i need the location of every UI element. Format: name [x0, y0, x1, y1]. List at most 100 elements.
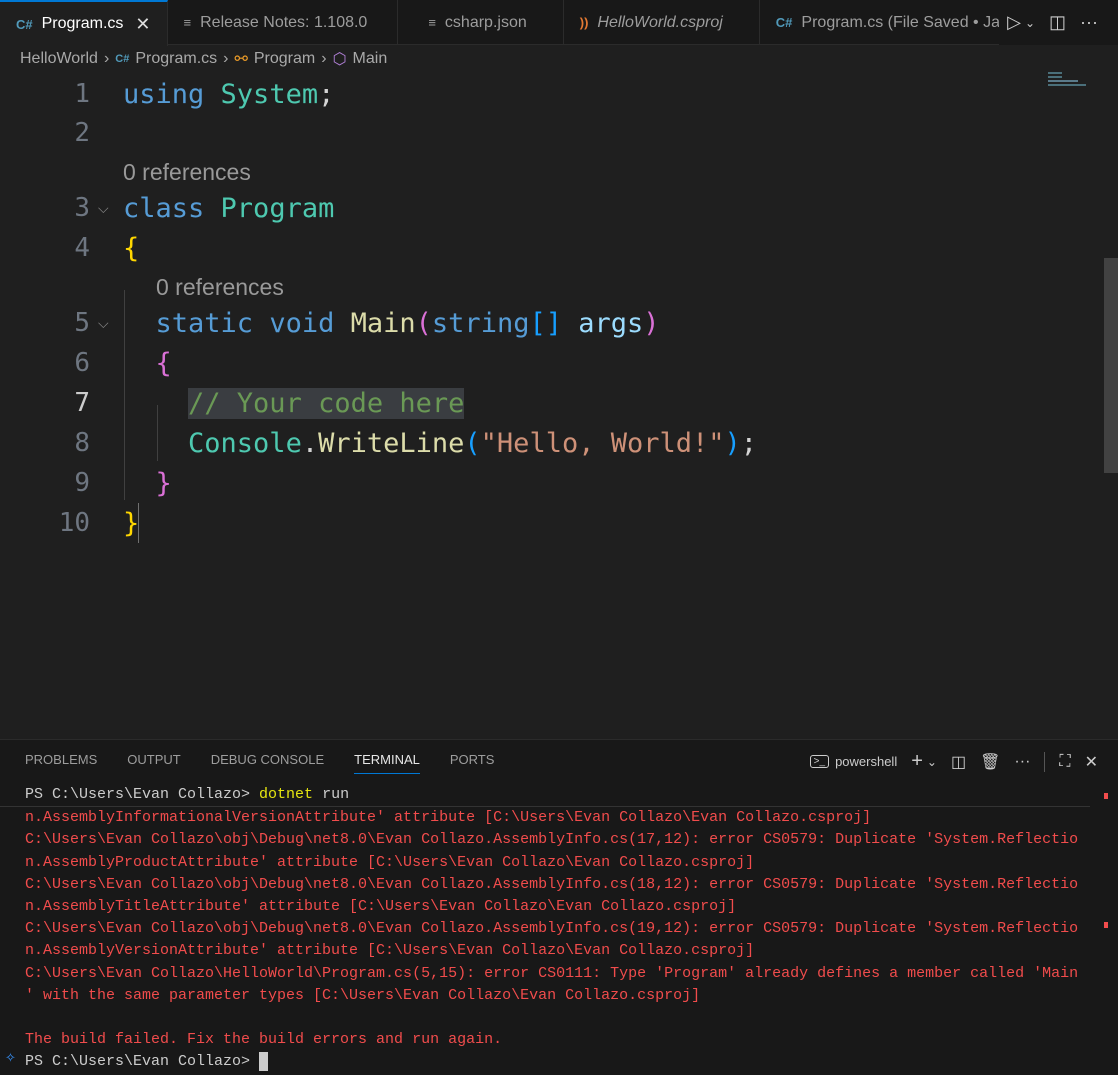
trash-icon[interactable]: 🗑 — [980, 752, 1000, 772]
tab-debug-console[interactable]: DEBUG CONSOLE — [211, 752, 324, 774]
tab-release-notes[interactable]: ≡ Release Notes: 1.108.0 — [168, 0, 399, 45]
line-number: 8 — [74, 428, 90, 458]
line-number: 9 — [74, 468, 90, 498]
error-line: n.AssemblyVersionAttribute' attribute [C… — [25, 942, 755, 960]
divider — [1044, 751, 1046, 772]
minimap[interactable] — [1048, 72, 1088, 92]
terminal-final-prompt: PS C:\Users\Evan Collazo> — [25, 1051, 1078, 1073]
bracket: [] — [529, 308, 562, 339]
code-line-7: 7 // Your code here — [0, 384, 1090, 423]
error-line: n.AssemblyTitleAttribute' attribute [C:\… — [25, 898, 737, 916]
code-line-5: 5 ⌵ static void Main(string[] args) — [0, 304, 1090, 343]
run-icon[interactable]: ▷ — [1007, 12, 1021, 33]
line-number: 7 — [74, 388, 90, 418]
split-terminal-icon[interactable]: ◫ — [951, 752, 966, 772]
brace: } — [123, 508, 140, 539]
breadcrumb-folder[interactable]: HelloWorld — [20, 50, 98, 68]
split-editor-icon[interactable]: ◫ — [1049, 12, 1066, 33]
tab-csharp-json[interactable]: ≡ csharp.json — [398, 0, 564, 45]
document-icon: ≡ — [183, 15, 192, 30]
keyword: string — [431, 308, 530, 339]
codelens-row: 0 references — [0, 153, 1090, 192]
add-terminal-icon[interactable]: + — [911, 750, 923, 773]
fold-chevron-icon[interactable]: ⌵ — [98, 189, 109, 228]
breadcrumb: HelloWorld › C# Program.cs › ⚯ Program › ⬡ Mai… — [20, 49, 387, 69]
paren: ( — [415, 308, 432, 339]
paren: ( — [464, 428, 481, 459]
chevron-right-icon: › — [103, 50, 110, 67]
codelens-references[interactable]: 0 references — [156, 268, 284, 307]
punct: ; — [740, 428, 758, 459]
line-number: 5 — [74, 308, 90, 338]
error-line: C:\Users\Evan Collazo\obj\Debug\net8.0\E… — [25, 831, 1079, 849]
error-line: C:\Users\Evan Collazo\HelloWorld\Program… — [25, 964, 1079, 982]
codelens-row: 0 references — [0, 268, 1090, 307]
fold-chevron-icon[interactable]: ⌵ — [98, 304, 109, 343]
terminal-output[interactable]: PS C:\Users\Evan Collazo> dotnet run n.As… — [0, 784, 1090, 1074]
line-number: 1 — [74, 79, 90, 109]
terminal-cursor — [259, 1051, 269, 1071]
paren: ) — [724, 428, 741, 459]
code-line-8: 8 Console.WriteLine("Hello, World!"); — [0, 424, 1090, 463]
editor-tab-bar: C# Program.cs ✕ ≡ Release Notes: 1.108.0 ≡ c… — [0, 0, 1118, 46]
chevron-right-icon: › — [321, 50, 327, 67]
brace: { — [123, 233, 140, 264]
chevron-down-icon[interactable]: ⌄ — [1025, 16, 1035, 30]
breadcrumb-class[interactable]: Program — [254, 50, 315, 68]
paren: ) — [643, 308, 660, 339]
tab-label: csharp.json — [444, 13, 527, 31]
code-line-10: 10} — [0, 504, 1090, 543]
codelens-references[interactable]: 0 references — [123, 153, 251, 192]
tab-problems[interactable]: PROBLEMS — [25, 752, 97, 774]
error-line: n.AssemblyProductAttribute' attribute [C… — [25, 853, 755, 871]
more-icon[interactable]: ··· — [1080, 12, 1098, 33]
line-number: 2 — [74, 118, 90, 148]
csharp-icon: C# — [16, 16, 33, 32]
line-number: 6 — [74, 348, 90, 378]
error-line: C:\Users\Evan Collazo\obj\Debug\net8.0\E… — [25, 875, 1079, 893]
copilot-sparkle-icon[interactable]: ✧ — [5, 1050, 16, 1066]
breadcrumb-file[interactable]: Program.cs — [135, 50, 217, 68]
prompt: PS C:\Users\Evan Collazo> — [25, 786, 260, 803]
close-icon[interactable]: ✕ — [1085, 752, 1098, 772]
line-number: 3 — [74, 193, 90, 223]
keyword: static — [155, 308, 254, 339]
code-line-9: 9 } — [0, 464, 1090, 503]
breadcrumb-method[interactable]: Main — [353, 50, 388, 68]
panel-actions: >_ powershell + ⌄ ◫ 🗑 ··· ⛶ ✕ — [809, 750, 1098, 773]
tab-ports[interactable]: PORTS — [450, 752, 495, 774]
tab-label: Program.cs (File Saved • Jan — [801, 13, 1009, 31]
maximize-icon[interactable]: ⛶ — [1059, 753, 1070, 771]
tab-program-cs-saved[interactable]: C# Program.cs (File Saved • Jan — [760, 0, 1026, 45]
line-number: 4 — [74, 233, 90, 263]
method-name: WriteLine — [318, 428, 465, 459]
editor-scrollbar[interactable] — [1104, 258, 1118, 473]
chevron-right-icon: › — [223, 50, 229, 67]
editor-actions: ▷ ⌄ ◫ ··· — [999, 0, 1118, 45]
code-line-2: 2 — [0, 114, 1090, 153]
scrollbar-error-marker — [1104, 793, 1108, 799]
terminal-shell-label[interactable]: powershell — [835, 754, 897, 769]
tab-helloworld-csproj[interactable]: )) HelloWorld.csproj — [564, 0, 760, 45]
tab-program-cs[interactable]: C# Program.cs ✕ — [0, 0, 168, 46]
code-editor[interactable]: 1 using System; 2 0 references 3 ⌵ class Pr… — [0, 75, 1118, 739]
namespace: System — [220, 79, 319, 110]
class-icon: ⚯ — [234, 51, 248, 68]
comment: // Your code here — [188, 388, 465, 419]
error-line: n.AssemblyInformationalVersionAttribute'… — [25, 809, 872, 827]
code-line-4: 4{ — [0, 229, 1090, 268]
close-icon[interactable]: ✕ — [135, 14, 150, 35]
tab-label: HelloWorld.csproj — [597, 13, 723, 31]
keyword: using — [123, 79, 205, 110]
csharp-icon: C# — [115, 53, 130, 65]
prompt: PS C:\Users\Evan Collazo> — [25, 1053, 260, 1071]
method-icon: ⬡ — [332, 51, 347, 68]
code-line-1: 1 using System; — [0, 75, 1090, 114]
tab-terminal[interactable]: TERMINAL — [354, 752, 420, 774]
command: dotnet — [259, 786, 314, 803]
terminal-icon: >_ — [809, 755, 830, 768]
tab-output[interactable]: OUTPUT — [127, 752, 180, 774]
more-icon[interactable]: ··· — [1014, 753, 1030, 771]
error-line: C:\Users\Evan Collazo\obj\Debug\net8.0\E… — [25, 920, 1079, 938]
chevron-down-icon[interactable]: ⌄ — [927, 755, 937, 769]
